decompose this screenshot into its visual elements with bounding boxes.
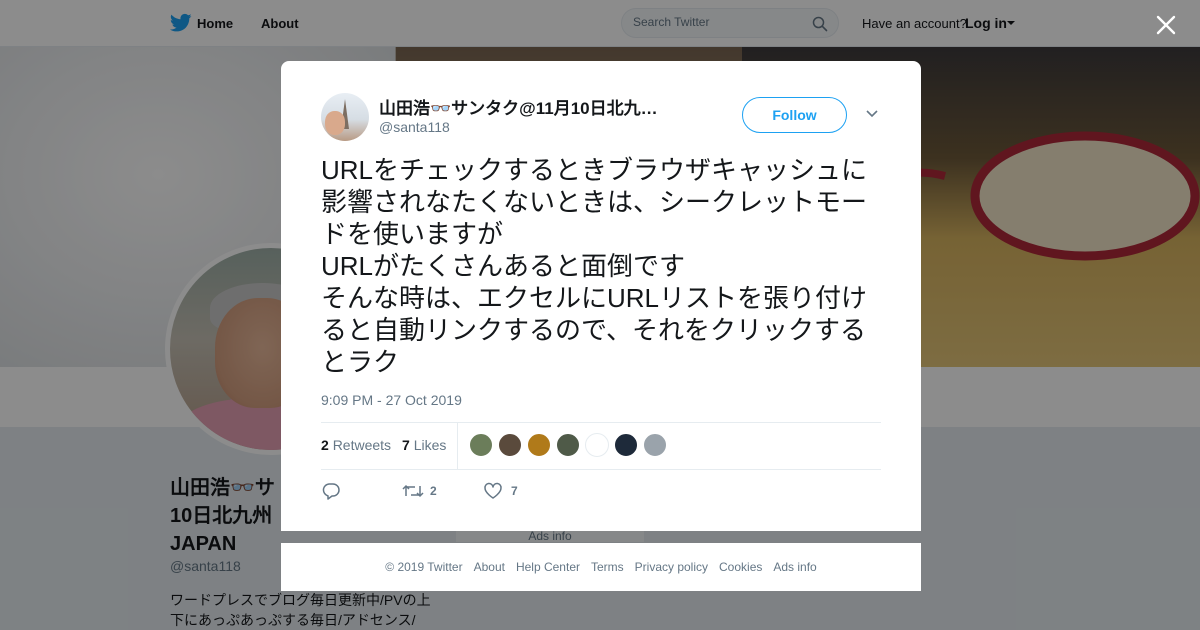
liker-avatar[interactable] [527,433,551,457]
liker-avatar[interactable] [643,433,667,457]
stat-separator [457,423,458,469]
footer-ads-info-link[interactable]: Ads info [773,560,816,574]
liker-avatar[interactable] [469,433,493,457]
tweet-text-line: URLをチェックするときブラウザキャッシュに影響されなたくないときは、シークレッ… [321,155,868,249]
close-icon[interactable] [1154,13,1178,37]
likes-count: 7 [402,437,410,453]
follow-button[interactable]: Follow [742,97,847,133]
retweets-count: 2 [321,437,329,453]
footer-privacy-link[interactable]: Privacy policy [635,560,708,574]
divider [321,469,881,470]
footer-cookies-link[interactable]: Cookies [719,560,762,574]
tweet-text-line: そんな時は、エクセルにURLリストを張り付けると自動リンクするので、それをクリッ… [321,283,868,377]
tweet-timestamp[interactable]: 9:09 PM - 27 Oct 2019 [321,392,462,408]
likes-label: Likes [413,437,447,453]
author-name[interactable]: 山田浩👓サンタク@11月10日北九… [379,94,679,119]
like-count: 7 [511,484,518,498]
tweet-modal: 山田浩👓サンタク@11月10日北九… @santa118 Follow URLを… [281,61,921,531]
reply-icon [322,483,340,500]
divider [321,422,881,423]
tweet-text-line: URLがたくさんあると面倒です [321,251,686,281]
liker-avatar[interactable] [556,433,580,457]
modal-footer: © 2019 Twitter About Help Center Terms P… [281,543,921,591]
author-handle[interactable]: @santa118 [379,119,450,135]
footer-about-link[interactable]: About [474,560,505,574]
avatar-head [325,111,345,135]
footer-copyright: © 2019 Twitter [385,560,463,574]
likes-stat[interactable]: 7 Likes [402,437,446,453]
retweet-count: 2 [430,484,437,498]
retweets-label: Retweets [332,437,392,453]
footer-terms-link[interactable]: Terms [591,560,624,574]
retweet-icon [402,484,424,498]
liker-avatar[interactable] [585,433,609,457]
author-avatar[interactable] [321,93,369,141]
tweet-text: URLをチェックするときブラウザキャッシュに影響されなたくないときは、シークレッ… [321,154,881,378]
heart-icon [484,482,502,499]
retweets-stat[interactable]: 2 Retweets [321,437,391,453]
footer-help-link[interactable]: Help Center [516,560,580,574]
liker-avatar[interactable] [498,433,522,457]
liker-avatar[interactable] [614,433,638,457]
chevron-down-icon[interactable] [865,109,879,119]
